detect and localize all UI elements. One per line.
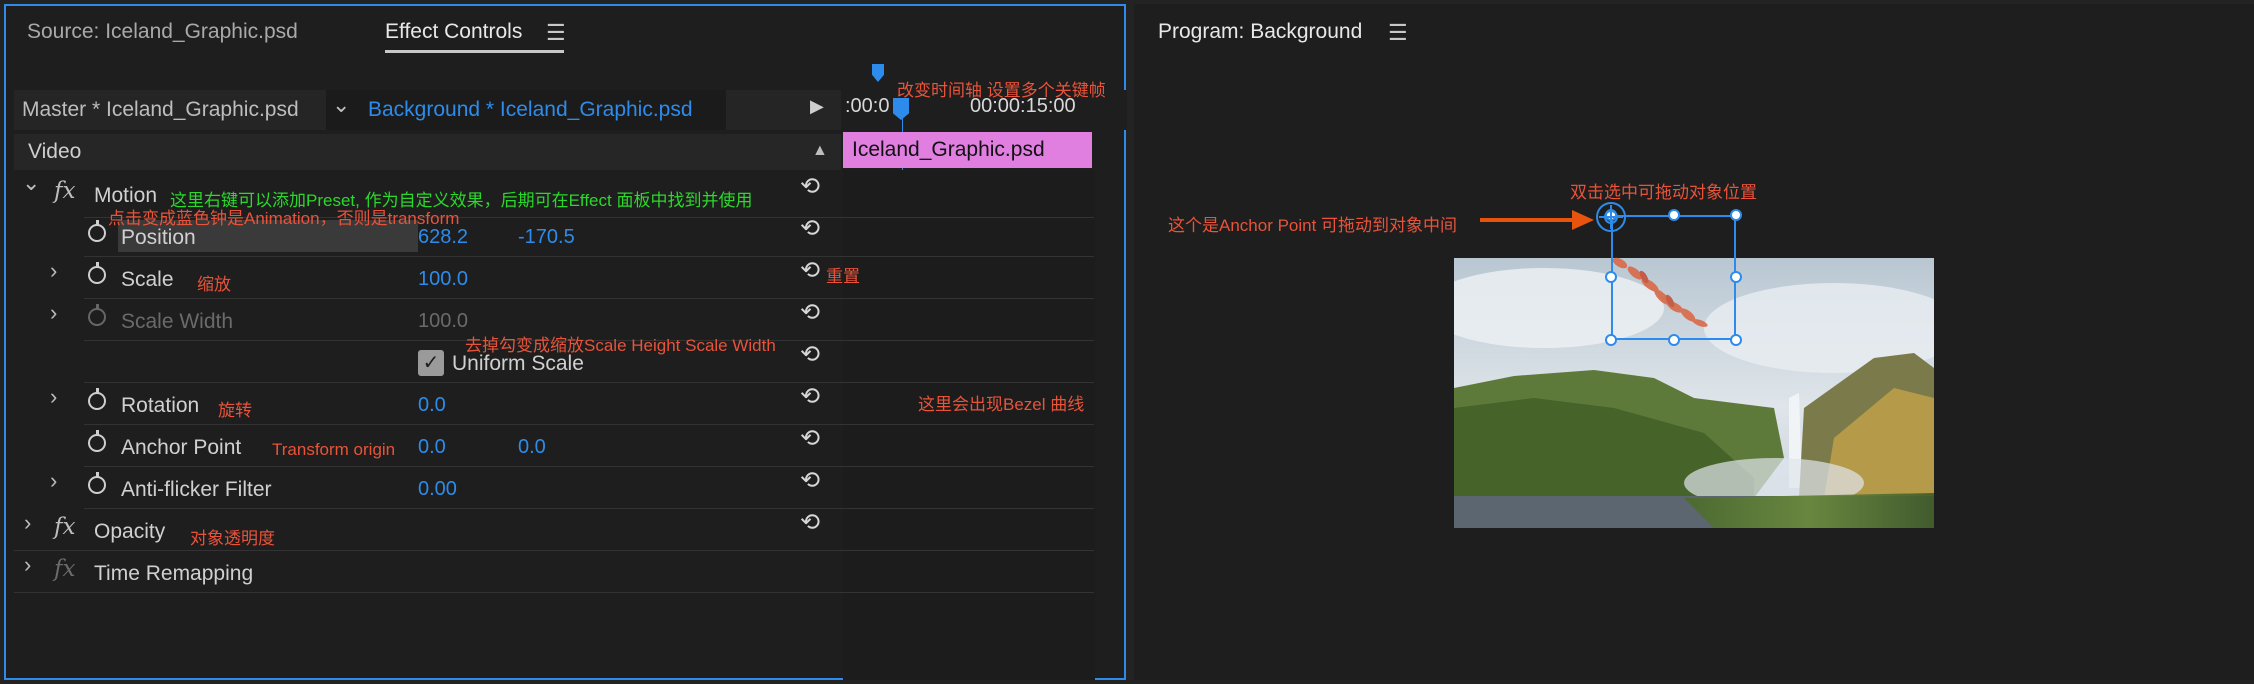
video-label: Video bbox=[28, 140, 82, 163]
panel-menu-icon[interactable]: ☰ bbox=[546, 20, 566, 46]
anchor-y-value[interactable]: 0.0 bbox=[518, 436, 546, 459]
active-clip-label[interactable]: Background * Iceland_Graphic.psd bbox=[368, 98, 693, 122]
anchor-point-icon[interactable] bbox=[1594, 200, 1628, 234]
transform-handle[interactable] bbox=[1605, 334, 1617, 346]
row-divider bbox=[84, 256, 1094, 257]
tab-source[interactable]: Source: Iceland_Graphic.psd bbox=[27, 20, 298, 44]
transform-handle[interactable] bbox=[1730, 271, 1742, 283]
rotation-stopwatch-icon[interactable] bbox=[88, 388, 106, 410]
fx-icon[interactable]: fx bbox=[54, 514, 75, 540]
transform-handle[interactable] bbox=[1668, 209, 1680, 221]
timeline-clip-label: Iceland_Graphic.psd bbox=[852, 138, 1045, 161]
anti-flicker-stopwatch-icon[interactable] bbox=[88, 472, 106, 494]
annotation-bezel: 这里会出现Bezel 曲线 bbox=[918, 395, 1085, 414]
rotation-expand-chevron[interactable]: › bbox=[50, 384, 57, 410]
anti-flicker-value[interactable]: 0.00 bbox=[418, 478, 457, 501]
play-icon[interactable]: ▶ bbox=[810, 96, 824, 117]
motion-expand-chevron[interactable]: ⌄ bbox=[22, 170, 40, 196]
uniform-scale-checkbox[interactable]: ✓ bbox=[418, 350, 444, 376]
scale-width-value: 100.0 bbox=[418, 310, 469, 332]
row-divider bbox=[84, 382, 1094, 383]
transform-handle[interactable] bbox=[1730, 334, 1742, 346]
anchor-x-value[interactable]: 0.0 bbox=[418, 436, 446, 459]
annotation-timeline: 改变时间轴 设置多个关键帧 bbox=[897, 81, 1106, 100]
selection-bounding-box[interactable] bbox=[1611, 215, 1736, 340]
anchor-point-label[interactable]: Anchor Point bbox=[121, 436, 241, 460]
tab-effect-controls[interactable]: Effect Controls bbox=[385, 20, 522, 44]
annotation-scale: 缩放 bbox=[197, 275, 231, 294]
anchor-reset-icon[interactable]: ⟲ bbox=[800, 424, 820, 453]
program-title[interactable]: Program: Background bbox=[1158, 20, 1362, 44]
row-divider bbox=[14, 550, 1094, 551]
row-divider bbox=[14, 592, 1094, 593]
row-divider bbox=[84, 298, 1094, 299]
opacity-reset-icon[interactable]: ⟲ bbox=[800, 508, 820, 537]
keyframe-area[interactable] bbox=[843, 170, 1095, 680]
anchor-stopwatch-icon[interactable] bbox=[88, 430, 106, 452]
chevron-down-icon[interactable]: ⌄ bbox=[332, 92, 350, 118]
position-stopwatch-icon[interactable] bbox=[88, 220, 106, 242]
scale-expand-chevron[interactable]: › bbox=[50, 258, 57, 284]
annotation-rotation: 旋转 bbox=[218, 401, 252, 420]
scale-width-stopwatch-icon bbox=[88, 304, 106, 326]
rotation-reset-icon[interactable]: ⟲ bbox=[800, 382, 820, 411]
annotation-anchor-hint: 这个是Anchor Point 可拖动到对象中间 bbox=[1168, 216, 1458, 235]
opacity-label[interactable]: Opacity bbox=[94, 520, 165, 544]
annotation-opacity: 对象透明度 bbox=[190, 529, 275, 548]
row-divider bbox=[84, 508, 1094, 509]
transform-handle[interactable] bbox=[1605, 271, 1617, 283]
annotation-reset: 重置 bbox=[826, 267, 860, 286]
row-divider bbox=[84, 424, 1094, 425]
scale-stopwatch-icon[interactable] bbox=[88, 262, 106, 284]
arrow-icon bbox=[1480, 210, 1594, 230]
fx-icon[interactable]: fx bbox=[54, 178, 75, 204]
rotation-label[interactable]: Rotation bbox=[121, 394, 199, 418]
collapse-up-icon[interactable]: ▲ bbox=[812, 142, 828, 160]
uniform-reset-icon[interactable]: ⟲ bbox=[800, 340, 820, 369]
time-remapping-label[interactable]: Time Remapping bbox=[94, 562, 253, 586]
scale-reset-icon[interactable]: ⟲ bbox=[800, 256, 820, 285]
opacity-expand-chevron[interactable]: › bbox=[24, 510, 31, 536]
rotation-value[interactable]: 0.0 bbox=[418, 394, 446, 417]
motion-reset-icon[interactable]: ⟲ bbox=[800, 172, 820, 201]
scale-width-reset-icon[interactable]: ⟲ bbox=[800, 298, 820, 327]
position-x-value[interactable]: 628.2 bbox=[418, 226, 468, 249]
row-divider bbox=[84, 466, 1094, 467]
active-tab-underline bbox=[385, 50, 564, 53]
program-menu-icon[interactable]: ☰ bbox=[1388, 20, 1408, 46]
position-reset-icon[interactable]: ⟲ bbox=[800, 214, 820, 243]
ruler-time-left: :00:0 bbox=[845, 95, 890, 117]
scale-value[interactable]: 100.0 bbox=[418, 268, 468, 291]
master-clip-label[interactable]: Master * Iceland_Graphic.psd bbox=[22, 98, 299, 122]
scale-label[interactable]: Scale bbox=[121, 268, 174, 292]
transform-handle[interactable] bbox=[1730, 209, 1742, 221]
transform-handle[interactable] bbox=[1668, 334, 1680, 346]
anti-flicker-expand-chevron[interactable]: › bbox=[50, 468, 57, 494]
position-label[interactable]: Position bbox=[121, 226, 196, 250]
scale-width-label: Scale Width bbox=[121, 310, 234, 333]
video-header bbox=[14, 134, 841, 170]
annotation-transform-origin: Transform origin bbox=[272, 440, 396, 459]
fx-icon: fx bbox=[54, 556, 76, 582]
position-y-value[interactable]: -170.5 bbox=[518, 226, 575, 249]
uniform-scale-label[interactable]: Uniform Scale bbox=[452, 352, 584, 376]
annotation-drag-hint: 双击选中可拖动对象位置 bbox=[1570, 183, 1757, 202]
anti-flicker-label[interactable]: Anti-flicker Filter bbox=[121, 478, 272, 502]
anti-flicker-reset-icon[interactable]: ⟲ bbox=[800, 466, 820, 495]
time-remap-expand-chevron[interactable]: › bbox=[24, 552, 31, 578]
scale-width-expand-chevron[interactable]: › bbox=[50, 300, 57, 326]
